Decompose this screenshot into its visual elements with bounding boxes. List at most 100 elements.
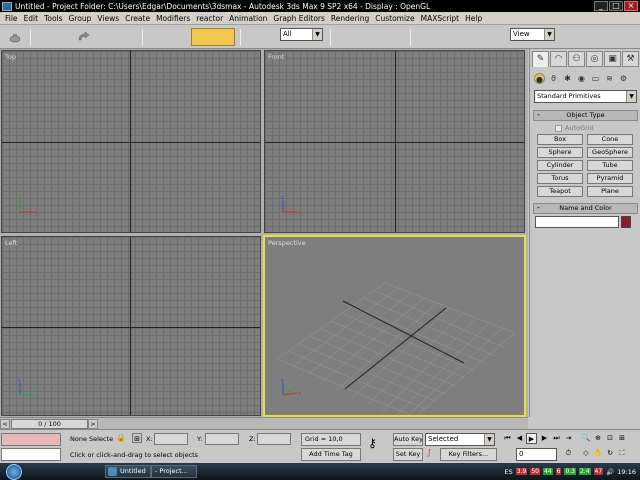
object-name-input[interactable] xyxy=(535,216,619,228)
x-coordinate-field[interactable] xyxy=(154,433,188,445)
motion-icon[interactable]: ◎ xyxy=(586,51,603,67)
time-slider[interactable]: < 0 / 100 > xyxy=(0,417,528,429)
z-coordinate-field[interactable] xyxy=(257,433,291,445)
torus-button[interactable]: Torus xyxy=(537,173,583,184)
viewport-front[interactable]: Front x z xyxy=(264,50,525,233)
key-mode-toggle-icon[interactable]: ⇥ xyxy=(563,433,574,444)
plane-button[interactable]: Plane xyxy=(587,186,633,197)
arc-rotate-icon[interactable]: ↻ xyxy=(605,448,615,458)
auto-key-button[interactable]: Auto Key xyxy=(393,433,423,446)
zoom-all-icon[interactable]: ⊕ xyxy=(593,433,603,443)
box-button[interactable]: Box xyxy=(537,134,583,145)
language-indicator[interactable]: ES xyxy=(505,468,513,476)
menu-edit[interactable]: Edit xyxy=(21,14,42,23)
viewport-label[interactable]: Front xyxy=(268,53,284,61)
menu-group[interactable]: Group xyxy=(66,14,95,23)
maximize-button[interactable]: □ xyxy=(609,1,623,11)
tray-meter[interactable]: 2.4 xyxy=(578,468,591,475)
geosphere-button[interactable]: GeoSphere xyxy=(587,147,633,158)
autogrid-checkbox[interactable]: AutoGrid xyxy=(555,124,638,132)
previous-frame-icon[interactable]: ◀ xyxy=(514,433,525,444)
viewport-label[interactable]: Left xyxy=(5,239,17,247)
next-frame-icon[interactable]: ▶ xyxy=(539,433,550,444)
time-slider-thumb[interactable]: 0 / 100 xyxy=(11,419,88,429)
cone-button[interactable]: Cone xyxy=(587,134,633,145)
time-configuration-icon[interactable]: ⏱ xyxy=(563,448,574,459)
zoom-extents-icon[interactable]: ⊡ xyxy=(605,433,615,443)
menu-help[interactable]: Help xyxy=(462,14,485,23)
display-icon[interactable]: ▣ xyxy=(604,51,621,67)
teapot-icon[interactable] xyxy=(8,31,22,43)
maximize-viewport-icon[interactable]: ⛶ xyxy=(617,448,627,458)
minimize-button[interactable]: _ xyxy=(594,1,608,11)
sphere-button[interactable]: Sphere xyxy=(537,147,583,158)
menu-modifiers[interactable]: Modifiers xyxy=(153,14,193,23)
key-filters-button[interactable]: Key Filters... xyxy=(440,448,497,461)
viewport-perspective[interactable]: Perspective x y z xyxy=(263,235,526,417)
volume-icon[interactable]: 🔊 xyxy=(606,468,614,476)
spacewarps-icon[interactable]: ≋ xyxy=(604,73,615,84)
menu-reactor[interactable]: reactor xyxy=(193,14,226,23)
play-icon[interactable]: ▶ xyxy=(526,433,537,444)
reference-coord-dropdown[interactable]: View ▼ xyxy=(510,28,555,41)
viewport-left[interactable]: Left y z xyxy=(1,236,261,416)
object-color-swatch[interactable] xyxy=(621,216,631,228)
cylinder-button[interactable]: Cylinder xyxy=(537,160,583,171)
menu-maxscript[interactable]: MAXScript xyxy=(418,14,463,23)
current-frame-spinner[interactable]: 0 xyxy=(516,448,557,461)
go-to-start-icon[interactable]: ⏮ xyxy=(502,433,513,444)
create-icon[interactable]: ✎ xyxy=(532,51,549,67)
key-mode-dropdown[interactable]: Selected ▼ xyxy=(425,433,495,446)
utilities-icon[interactable]: ⚒ xyxy=(622,51,639,67)
toolbar-highlight-button[interactable] xyxy=(191,28,235,46)
set-key-button[interactable]: Set Key xyxy=(393,448,423,461)
teapot-button[interactable]: Teapot xyxy=(537,186,583,197)
rollout-header[interactable]: - Object Type xyxy=(533,110,638,121)
selection-filter-dropdown[interactable]: All ▼ xyxy=(280,28,323,41)
start-button-icon[interactable] xyxy=(6,463,22,480)
pyramid-button[interactable]: Pyramid xyxy=(587,173,633,184)
primitive-category-dropdown[interactable]: Standard Primitives ▼ xyxy=(534,90,637,103)
viewport-label[interactable]: Top xyxy=(5,53,16,61)
modify-icon[interactable]: ◠ xyxy=(550,51,567,67)
taskbar-item-3dsmax[interactable]: Untitled xyxy=(105,465,151,478)
menu-rendering[interactable]: Rendering xyxy=(328,14,372,23)
add-time-tag-button[interactable]: Add Time Tag xyxy=(301,448,361,461)
tray-meter[interactable]: 0.3 xyxy=(564,468,576,475)
menu-create[interactable]: Create xyxy=(122,14,153,23)
undo-icon[interactable] xyxy=(76,31,90,43)
menu-tools[interactable]: Tools xyxy=(41,14,65,23)
absolute-mode-icon[interactable]: ⊞ xyxy=(132,433,142,443)
shapes-icon[interactable]: ϑ xyxy=(548,73,559,84)
hierarchy-icon[interactable]: ⚇ xyxy=(568,51,585,67)
cameras-icon[interactable]: ◉ xyxy=(576,73,587,84)
menu-views[interactable]: Views xyxy=(94,14,122,23)
time-slider-prev-button[interactable]: < xyxy=(0,419,10,429)
taskbar-item-project[interactable]: - Project... xyxy=(151,465,197,478)
lights-icon[interactable]: ✱ xyxy=(562,73,573,84)
default-tangent-icon[interactable]: ∫ xyxy=(427,448,431,458)
lock-icon[interactable]: 🔒 xyxy=(116,433,126,443)
close-button[interactable]: × xyxy=(624,1,638,11)
helpers-icon[interactable]: ▭ xyxy=(590,73,601,84)
maxscript-listener-mini[interactable] xyxy=(1,433,61,446)
clock[interactable]: 19:16 xyxy=(617,468,636,476)
menu-file[interactable]: File xyxy=(2,14,21,23)
tray-meter[interactable]: 6 xyxy=(555,468,562,475)
tray-meter[interactable]: 47 xyxy=(593,468,604,475)
maxscript-input[interactable] xyxy=(1,448,61,461)
menu-customize[interactable]: Customize xyxy=(372,14,417,23)
pan-icon[interactable]: ✋ xyxy=(593,448,603,458)
rollout-header[interactable]: - Name and Color xyxy=(533,203,638,214)
tray-meter[interactable]: 50 xyxy=(530,468,540,475)
viewport-top[interactable]: Top x y xyxy=(1,50,261,233)
zoom-extents-all-icon[interactable]: ⊞ xyxy=(617,433,627,443)
systems-icon[interactable]: ⚙ xyxy=(618,73,629,84)
time-slider-next-button[interactable]: > xyxy=(88,419,98,429)
app-icon[interactable] xyxy=(2,1,12,11)
y-coordinate-field[interactable] xyxy=(205,433,239,445)
tray-meter[interactable]: 44 xyxy=(542,468,553,475)
geometry-icon[interactable]: ● xyxy=(534,73,545,84)
key-icon[interactable]: ⚷ xyxy=(368,437,377,449)
go-to-end-icon[interactable]: ⏭ xyxy=(551,433,562,444)
